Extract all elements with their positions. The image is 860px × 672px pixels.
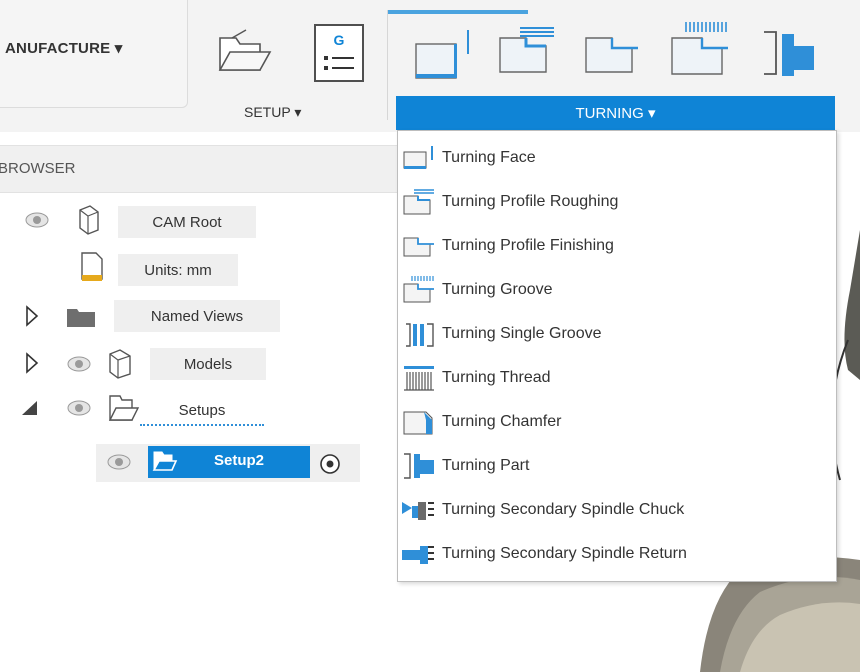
tree-item-label: Setups — [178, 401, 226, 419]
menu-item-label: Turning Single Groove — [442, 325, 602, 342]
turning-face-icon — [403, 146, 433, 169]
tree-item-named-views[interactable]: Named Views — [114, 300, 280, 332]
setup-group-label[interactable]: SETUP ▾ — [244, 104, 301, 121]
menu-item-label: Turning Chamfer — [442, 413, 562, 430]
workspace-selector[interactable]: ANUFACTURE ▾ — [0, 0, 188, 108]
menu-item-label: Turning Face — [442, 149, 536, 166]
menu-item-turning-face[interactable]: Turning Face — [398, 136, 836, 180]
menu-item-secondary-spindle-return[interactable]: Turning Secondary Spindle Return — [398, 532, 836, 576]
secondary-spindle-return-icon — [402, 546, 434, 564]
turning-profile-finishing-icon — [403, 237, 434, 257]
menu-item-label: Turning Secondary Spindle Chuck — [442, 501, 685, 518]
turning-groove-icon — [403, 276, 434, 303]
units-document-icon — [81, 252, 103, 281]
turning-dropdown-label: TURNING ▾ — [575, 105, 656, 122]
menu-item-turning-thread[interactable]: Turning Thread — [398, 356, 836, 400]
tree-item-models[interactable]: Models — [150, 348, 266, 380]
nc-program-letter: G — [326, 30, 352, 50]
turning-menu: Turning Face Turning Profile Roughing Tu… — [397, 130, 837, 582]
browser-title: BROWSER — [0, 160, 76, 177]
tree-item-label: Setup2 — [214, 452, 265, 469]
setups-folder-icon — [108, 395, 140, 421]
menu-item-turning-groove[interactable]: Turning Groove — [398, 268, 836, 312]
menu-item-turning-chamfer[interactable]: Turning Chamfer — [398, 400, 836, 444]
setup-folder-icon — [152, 451, 178, 471]
menu-item-turning-single-groove[interactable]: Turning Single Groove — [398, 312, 836, 356]
turning-part-tool-icon[interactable] — [760, 22, 820, 86]
menu-item-label: Turning Thread — [442, 369, 551, 386]
eye-icon[interactable] — [66, 398, 92, 418]
menu-item-label: Turning Profile Finishing — [442, 237, 614, 254]
workspace-label: ANUFACTURE ▾ — [5, 40, 123, 57]
turning-groove-tool-icon[interactable] — [668, 20, 738, 84]
activate-radio-icon[interactable] — [318, 452, 342, 476]
tree-item-setup2[interactable]: Setup2 — [148, 446, 310, 478]
tree-item-label: Named Views — [150, 307, 244, 325]
turning-thread-icon — [404, 366, 434, 391]
eye-icon[interactable] — [106, 452, 132, 472]
tree-item-units[interactable]: Units: mm — [118, 254, 238, 286]
collapse-arrow-icon[interactable] — [20, 398, 40, 418]
nc-program-icon[interactable]: G — [314, 24, 364, 82]
tree-item-cam-root[interactable]: CAM Root — [118, 206, 256, 238]
tree-item-label: CAM Root — [152, 213, 222, 231]
model-body-icon — [109, 349, 131, 379]
browser-header[interactable]: BROWSER — [0, 145, 400, 193]
menu-item-secondary-spindle-chuck[interactable]: Turning Secondary Spindle Chuck — [398, 488, 836, 532]
turning-chamfer-icon — [403, 411, 433, 435]
menu-item-label: Turning Profile Roughing — [442, 193, 619, 210]
open-folder-icon[interactable] — [214, 28, 274, 80]
secondary-spindle-chuck-icon — [402, 502, 434, 520]
menu-item-turning-part[interactable]: Turning Part — [398, 444, 836, 488]
eye-icon[interactable] — [24, 210, 50, 230]
turning-profile-roughing-icon — [403, 189, 434, 215]
turning-profile-finishing-tool-icon[interactable] — [582, 22, 646, 84]
turning-dropdown-button[interactable]: TURNING ▾ — [396, 96, 835, 130]
turning-part-icon — [404, 453, 434, 479]
tree-item-label: Models — [183, 355, 233, 373]
cam-root-icon — [79, 205, 99, 235]
toolbar: ANUFACTURE ▾ G SETUP ▾ TURNING ▾ — [0, 0, 860, 132]
menu-item-label: Turning Part — [442, 457, 530, 474]
turning-profile-roughing-tool-icon[interactable] — [496, 22, 560, 84]
menu-item-label: Turning Groove — [442, 281, 553, 298]
tree-item-setups[interactable]: Setups — [140, 396, 264, 426]
turning-face-tool-icon[interactable] — [412, 24, 474, 84]
group-divider — [387, 10, 388, 120]
active-group-indicator — [388, 10, 528, 14]
expand-arrow-icon[interactable] — [24, 305, 40, 327]
turning-single-groove-icon — [406, 323, 434, 347]
menu-item-label: Turning Secondary Spindle Return — [442, 545, 687, 562]
menu-item-turning-profile-roughing[interactable]: Turning Profile Roughing — [398, 180, 836, 224]
tree-item-label: Units: mm — [144, 261, 212, 279]
menu-item-turning-profile-finishing[interactable]: Turning Profile Finishing — [398, 224, 836, 268]
expand-arrow-icon[interactable] — [24, 352, 40, 374]
folder-icon — [67, 309, 95, 327]
eye-icon[interactable] — [66, 354, 92, 374]
